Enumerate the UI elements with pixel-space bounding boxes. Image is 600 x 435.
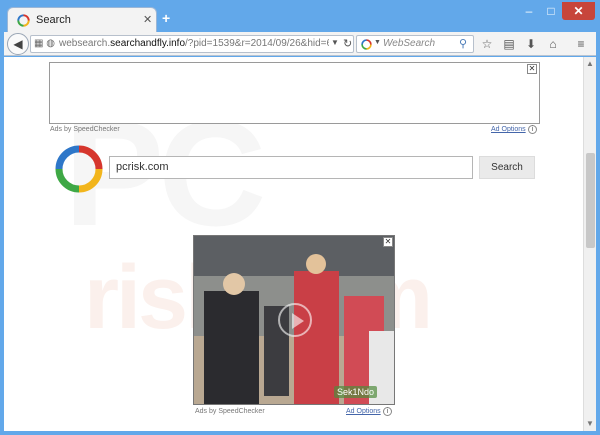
ads-by-label: Ads by SpeedChecker: [50, 126, 120, 133]
title-bar: Search ✕ + – □ ✕: [0, 0, 600, 33]
ad-options-link[interactable]: Ad Options: [491, 126, 526, 133]
reload-icon[interactable]: ↻: [343, 37, 352, 50]
search-engine-dropdown-icon[interactable]: ▼: [374, 39, 381, 46]
ad-close-icon[interactable]: ✕: [527, 64, 537, 74]
star-icon[interactable]: ☆: [478, 35, 496, 53]
search-logo-icon: [55, 145, 103, 193]
home-icon[interactable]: ⌂: [544, 35, 562, 53]
scrollbar-thumb[interactable]: [586, 153, 595, 248]
top-ad-banner[interactable]: ✕: [49, 62, 540, 124]
search-button[interactable]: Search: [479, 156, 535, 179]
url-text[interactable]: websearch.searchandfly.info/?pid=1539&r=…: [59, 38, 329, 49]
vertical-scrollbar[interactable]: ▲ ▼: [583, 57, 596, 431]
scroll-down-icon[interactable]: ▼: [586, 419, 594, 428]
close-window-button[interactable]: ✕: [562, 2, 595, 20]
url-bar[interactable]: ▦ ◍ websearch.searchandfly.info/?pid=153…: [30, 35, 354, 53]
bookmarks-icon[interactable]: ▤: [500, 35, 518, 53]
video-ad-close-icon[interactable]: ✕: [383, 237, 393, 247]
back-arrow-icon[interactable]: ◀: [7, 33, 29, 55]
tab-close-icon[interactable]: ✕: [143, 13, 152, 26]
video-watermark-logo: Sek1Ndo: [334, 386, 378, 398]
video-ad-info-icon[interactable]: i: [383, 407, 392, 416]
navigation-bar: ◀ ▦ ◍ websearch.searchandfly.info/?pid=1…: [4, 32, 596, 56]
video-ad-options-link[interactable]: Ad Options: [346, 408, 381, 415]
download-icon[interactable]: ⬇: [522, 35, 540, 53]
minimize-button[interactable]: –: [518, 2, 540, 20]
search-logo-icon: [17, 14, 30, 27]
page-content: PC risk.com ✕ Ads by SpeedChecker Ad Opt…: [4, 57, 583, 431]
url-dropdown-icon[interactable]: ▼: [331, 38, 339, 47]
search-engine-logo-icon[interactable]: [361, 39, 372, 50]
menu-icon[interactable]: ≡: [572, 35, 590, 53]
scroll-up-icon[interactable]: ▲: [586, 59, 594, 68]
video-ads-by-label: Ads by SpeedChecker: [195, 408, 265, 415]
tab-title: Search: [36, 14, 71, 26]
ad-info-icon[interactable]: i: [528, 125, 537, 134]
new-tab-button[interactable]: +: [162, 10, 170, 26]
tab-search[interactable]: Search ✕: [7, 7, 157, 33]
video-ad[interactable]: Sek1Ndo ✕: [193, 235, 395, 405]
browser-search-bar[interactable]: ▼ WebSearch ⚲: [356, 35, 474, 53]
browser-search-placeholder: WebSearch: [383, 38, 436, 49]
page-info-icon[interactable]: ▦ ◍: [34, 38, 55, 49]
magnifier-icon[interactable]: ⚲: [459, 37, 467, 50]
maximize-button[interactable]: □: [540, 2, 562, 20]
search-input[interactable]: pcrisk.com: [109, 156, 473, 179]
play-icon[interactable]: [278, 303, 312, 337]
